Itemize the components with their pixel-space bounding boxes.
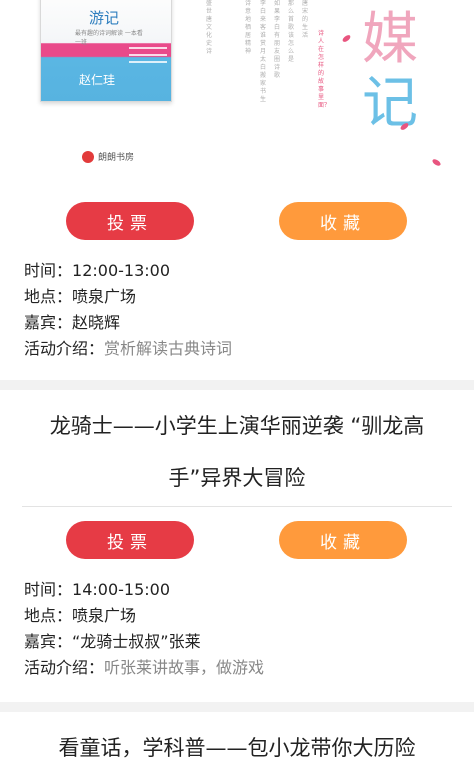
event-place: 喷泉广场 bbox=[72, 287, 137, 306]
intro-label: 活动介绍： bbox=[24, 658, 105, 677]
poster-vertical-text: 如果李白有朋友圈 诗歌 bbox=[274, 0, 281, 79]
event-guest-row: 嘉宾：赵晓辉 bbox=[24, 310, 232, 336]
favorite-button[interactable]: 收藏 bbox=[279, 521, 407, 559]
guest-label: 嘉宾： bbox=[24, 632, 73, 651]
event-place-row: 地点：喷泉广场 bbox=[24, 603, 264, 629]
event-guest-row: 嘉宾：“龙骑士叔叔”张莱 bbox=[24, 629, 264, 655]
event-guest: 赵晓辉 bbox=[72, 313, 121, 332]
event-place: 喷泉广场 bbox=[72, 606, 137, 625]
vote-button[interactable]: 投票 bbox=[66, 202, 194, 240]
book-cover-subtitle: 最有趣的诗词解读 一本看一班 bbox=[75, 30, 143, 46]
poster-vertical-text: 盛世唐文化史诗 bbox=[206, 0, 213, 55]
petal-decoration bbox=[431, 157, 442, 168]
publisher-logo: 朗朗书房 bbox=[82, 150, 134, 163]
event-intro: 赏析解读古典诗词 bbox=[104, 339, 233, 358]
book-cover-author: 赵仁珪 bbox=[79, 73, 116, 87]
intro-label: 活动介绍： bbox=[24, 339, 105, 358]
title-separator bbox=[22, 506, 452, 507]
event-place-row: 地点：喷泉广场 bbox=[24, 284, 232, 310]
event-intro-row: 活动介绍：赏析解读古典诗词 bbox=[24, 336, 232, 362]
section-divider bbox=[0, 380, 474, 390]
event-poster-image: 游记 最有趣的诗词解读 一本看一班 赵仁珪 朗朗书房 盛世唐文化史诗 诗意地栖居… bbox=[0, 0, 474, 190]
time-label: 时间： bbox=[24, 261, 73, 280]
book-cover-decoration bbox=[129, 47, 167, 68]
event-time: 14:00-15:00 bbox=[72, 580, 171, 599]
event-time-row: 时间：12:00-13:00 bbox=[24, 258, 232, 284]
book-cover: 游记 最有趣的诗词解读 一本看一班 赵仁珪 bbox=[40, 0, 172, 102]
poster-big-character: 记 bbox=[362, 71, 418, 136]
event-info: 时间：14:00-15:00 地点：喷泉广场 嘉宾：“龙骑士叔叔”张莱 活动介绍… bbox=[24, 577, 264, 681]
event-action-row: 投票 收藏 bbox=[0, 521, 474, 561]
event-intro: 听张莱讲故事，做游戏 bbox=[104, 658, 265, 677]
favorite-button[interactable]: 收藏 bbox=[279, 202, 407, 240]
petal-decoration bbox=[341, 34, 352, 43]
event-title-line: 龙骑士——小学生上演华丽逆袭 “驯龙高 bbox=[49, 414, 425, 438]
book-cover-title: 游记 bbox=[89, 9, 120, 27]
poster-vertical-text: 那么首歌该怎么是 bbox=[288, 0, 295, 63]
event-intro-row: 活动介绍：听张莱讲故事，做游戏 bbox=[24, 655, 264, 681]
time-label: 时间： bbox=[24, 580, 73, 599]
event-info: 时间：12:00-13:00 地点：喷泉广场 嘉宾：赵晓辉 活动介绍：赏析解读古… bbox=[24, 258, 232, 362]
publisher-name: 朗朗书房 bbox=[98, 153, 135, 163]
place-label: 地点： bbox=[24, 287, 73, 306]
poster-side-question: 诗人在怎样的故事里面？ bbox=[318, 30, 331, 109]
section-divider bbox=[0, 702, 474, 712]
event-action-row: 投票 收藏 bbox=[0, 202, 474, 242]
place-label: 地点： bbox=[24, 606, 73, 625]
poster-vertical-text: 李白来客谁赏月 太白搬家书生 bbox=[260, 0, 267, 103]
poster-vertical-text: 唐宋的生活 bbox=[302, 0, 309, 39]
event-time: 12:00-13:00 bbox=[72, 261, 171, 280]
event-guest: “龙骑士叔叔”张莱 bbox=[72, 632, 201, 651]
event-time-row: 时间：14:00-15:00 bbox=[24, 577, 264, 603]
poster-vertical-text: 诗意地栖居精神 bbox=[245, 0, 252, 55]
guest-label: 嘉宾： bbox=[24, 313, 73, 332]
publisher-icon bbox=[82, 150, 94, 163]
vote-button[interactable]: 投票 bbox=[66, 521, 194, 559]
event-title-line: 手”异界大冒险 bbox=[168, 466, 306, 490]
event-title-line: 看童话，学科普——包小龙带你大历险 bbox=[58, 736, 416, 760]
